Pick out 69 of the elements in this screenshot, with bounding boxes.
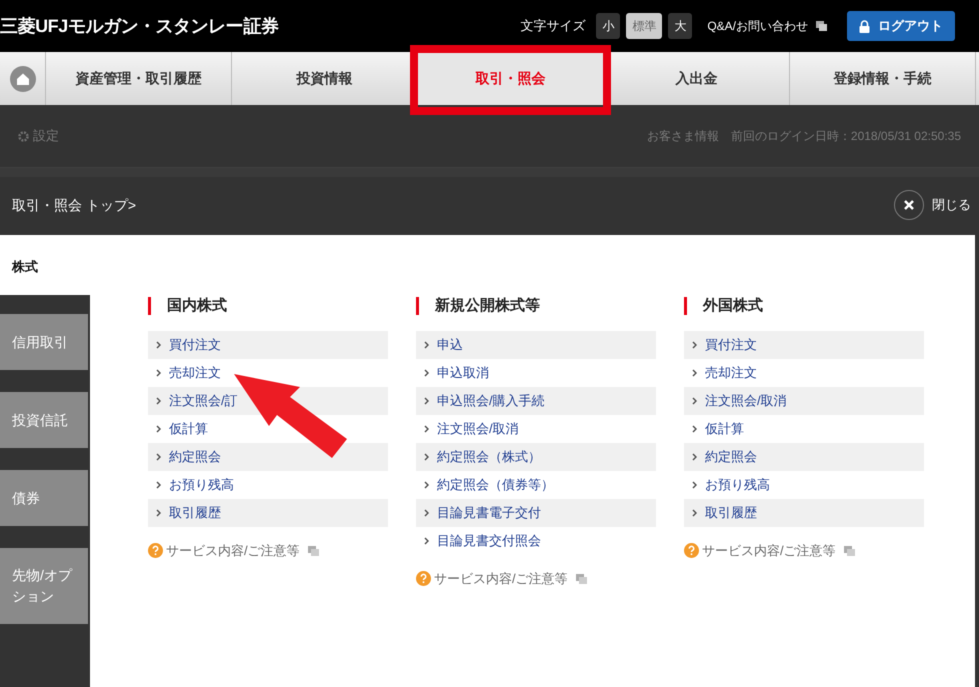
menu-link[interactable]: 取引履歴 [148,499,388,527]
column-heading: 外国株式 [703,296,763,316]
nav-tab[interactable]: 資産管理・取引履歴 [46,52,231,105]
window-icon [576,574,587,584]
menu-link[interactable]: 申込 [416,331,656,359]
close-button[interactable]: 閉じる [894,190,971,220]
lock-icon [859,20,870,32]
chevron-icon [424,425,429,433]
gear-icon [18,130,29,142]
heading-marker [684,297,687,315]
help-icon [684,543,699,558]
help-icon [148,543,163,558]
heading-marker [148,297,151,315]
chevron-icon [424,369,429,377]
nav-tab[interactable]: 登録情報・手続 [790,52,975,105]
help-link[interactable]: Q&A/お問い合わせ [707,17,808,35]
notes-link[interactable]: サービス内容/ご注意等 [166,541,300,560]
window-icon [844,546,855,556]
chevron-icon [424,537,429,545]
font-size-button[interactable]: 大 [668,13,692,39]
nav-tab[interactable]: 入出金 [604,52,789,105]
chevron-icon [424,397,429,405]
chevron-icon [424,509,429,517]
window-icon [816,21,827,31]
column-heading: 新規公開株式等 [435,296,540,316]
menu-link[interactable]: 約定照会 [148,443,388,471]
nav-tab[interactable]: 取引・照会 [418,52,603,105]
chevron-icon [156,425,161,433]
section-title: 株式 [12,258,38,276]
chevron-icon [692,425,697,433]
nav-tab[interactable]: 投資情報 [232,52,417,105]
chevron-icon [692,453,697,461]
logo: 三菱UFJモルガン・スタンレー証券 [0,14,278,38]
notes-link[interactable]: サービス内容/ご注意等 [702,541,836,560]
menu-link[interactable]: 取引履歴 [684,499,924,527]
chevron-icon [156,397,161,405]
chevron-icon [424,453,429,461]
font-size-button[interactable]: 小 [596,13,620,39]
menu-link[interactable]: 目論見書電子交付 [416,499,656,527]
notes-link[interactable]: サービス内容/ご注意等 [434,569,568,588]
menu-link[interactable]: 買付注文 [148,331,388,359]
font-size-label: 文字サイズ [520,17,586,36]
chevron-icon [692,341,697,349]
chevron-icon [692,509,697,517]
chevron-icon [156,341,161,349]
help-icon [416,571,431,586]
last-login-text: 前回のログイン日時：2018/05/31 02:50:35 [730,128,961,145]
chevron-icon [156,481,161,489]
chevron-icon [692,369,697,377]
menu-link[interactable]: 約定照会（株式） [416,443,656,471]
chevron-icon [156,369,161,377]
close-icon [894,190,924,220]
chevron-icon [692,397,697,405]
breadcrumb: 取引・照会 トップ> [12,196,136,214]
chevron-icon [156,509,161,517]
column-heading: 国内株式 [167,296,227,316]
chevron-icon [424,481,429,489]
menu-link[interactable]: 買付注文 [684,331,924,359]
logout-button[interactable]: ログアウト [847,11,955,41]
chevron-icon [424,341,429,349]
menu-link[interactable]: 申込照会/購入手続 [416,387,656,415]
chevron-icon [156,453,161,461]
chevron-icon [692,481,697,489]
window-icon [308,546,319,556]
font-size-button[interactable]: 標準 [626,13,662,39]
menu-link[interactable]: 約定照会 [684,443,924,471]
heading-marker [416,297,419,315]
menu-link[interactable]: 注文照会/取消 [684,387,924,415]
home-icon[interactable] [10,66,36,92]
